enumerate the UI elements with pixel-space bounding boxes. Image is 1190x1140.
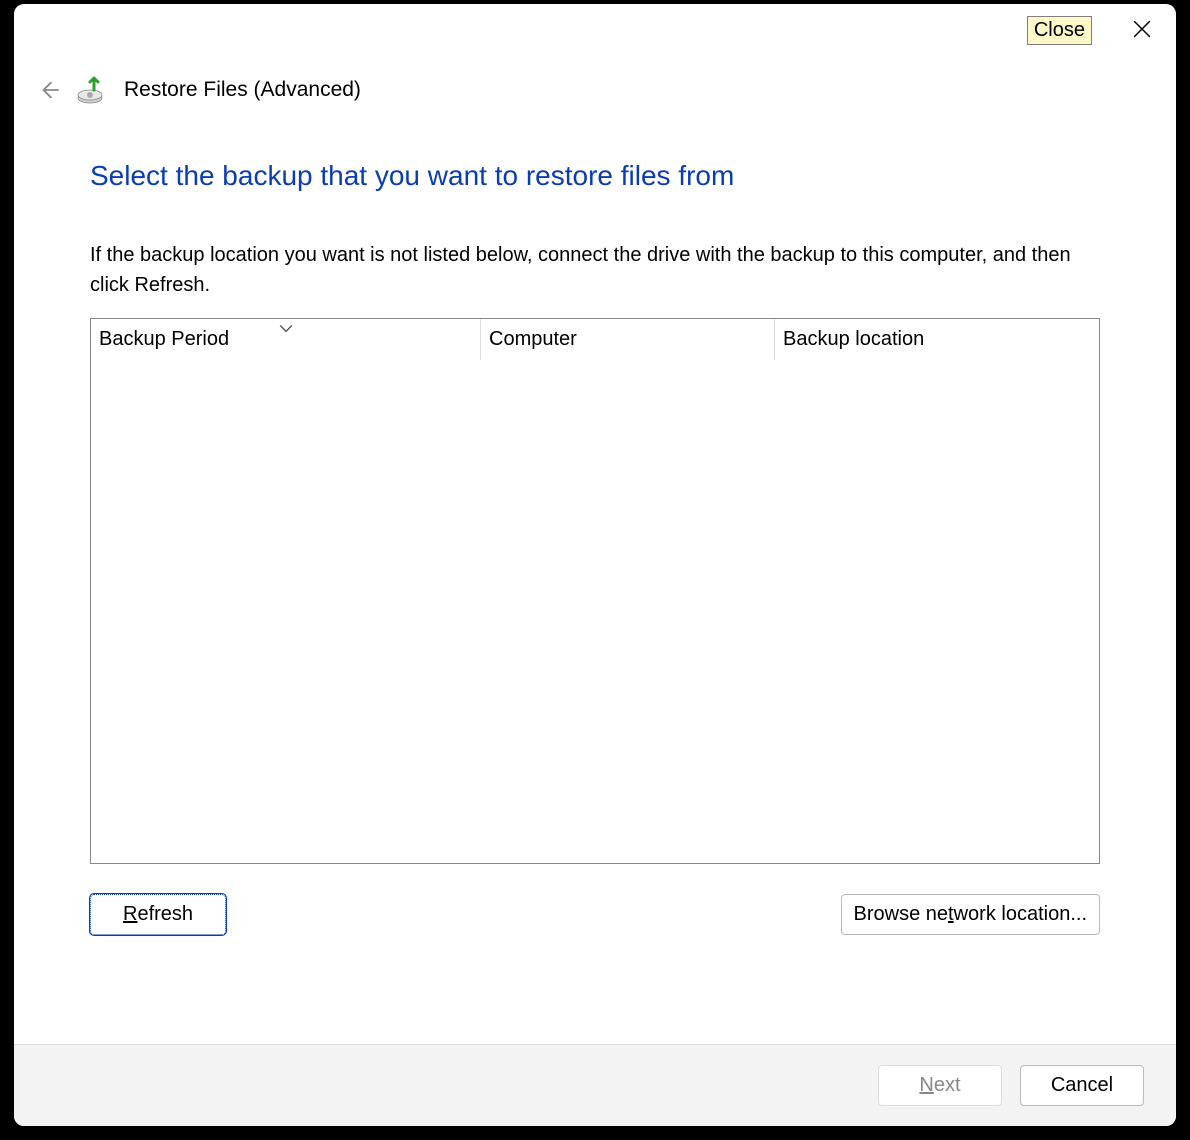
page-heading: Select the backup that you want to resto… — [90, 160, 1100, 192]
column-label: Computer — [489, 328, 577, 351]
restore-files-icon — [76, 76, 108, 104]
page-description: If the backup location you want is not l… — [90, 240, 1100, 300]
table-header-row: Backup Period Computer Backup location — [91, 319, 1099, 361]
backup-table[interactable]: Backup Period Computer Backup location — [90, 318, 1100, 864]
restore-files-window: Close Restore Files (Advanced) Select th… — [14, 4, 1176, 1126]
chevron-down-icon — [279, 321, 293, 337]
window-title: Restore Files (Advanced) — [124, 78, 361, 102]
column-label: Backup location — [783, 328, 924, 351]
header-row: Restore Files (Advanced) — [14, 4, 1176, 104]
browse-network-location-button[interactable]: Browse network location... — [841, 894, 1100, 935]
column-header-computer[interactable]: Computer — [481, 319, 775, 360]
cancel-button[interactable]: Cancel — [1020, 1065, 1144, 1106]
next-button: Next — [878, 1065, 1002, 1106]
close-button[interactable] — [1122, 18, 1162, 44]
column-label: Backup Period — [99, 328, 229, 351]
action-button-row: Refresh Browse network location... — [90, 894, 1100, 935]
back-arrow-icon — [38, 79, 60, 101]
titlebar-controls: Close — [1027, 16, 1162, 45]
wizard-footer: Next Cancel — [14, 1044, 1176, 1126]
close-tooltip: Close — [1027, 16, 1092, 45]
column-header-backup-period[interactable]: Backup Period — [91, 319, 481, 360]
refresh-button[interactable]: Refresh — [90, 894, 226, 935]
column-header-backup-location[interactable]: Backup location — [775, 319, 1099, 360]
content-area: Select the backup that you want to resto… — [14, 104, 1176, 1044]
